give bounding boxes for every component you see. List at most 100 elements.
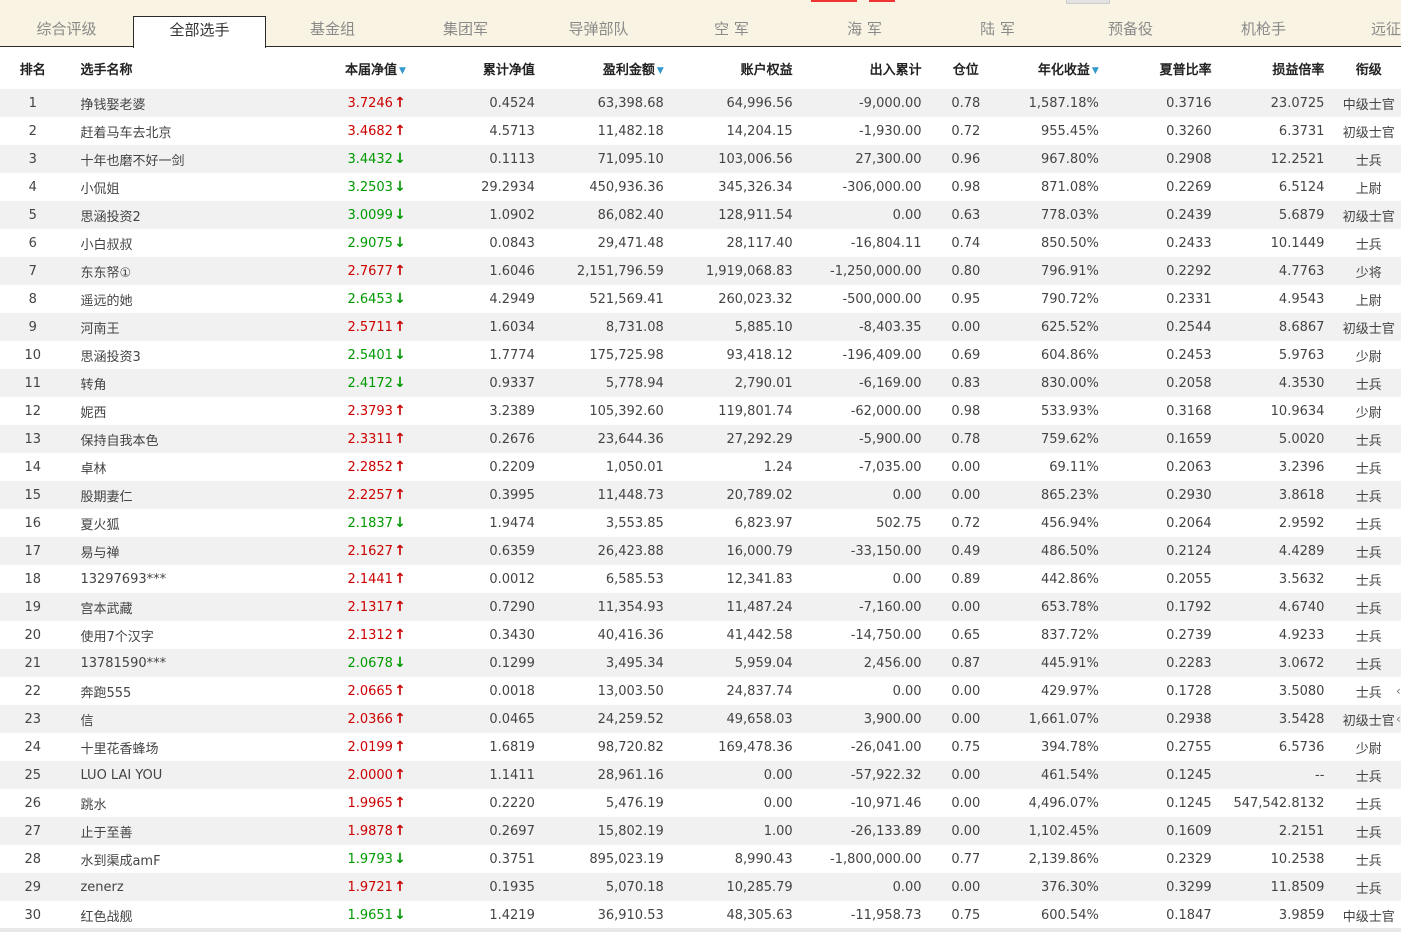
header-position[interactable]: 仓位 bbox=[933, 47, 999, 89]
table-row[interactable]: 17 易与禅 2.1627↑ 0.6359 26,423.88 16,000.79 -33,… bbox=[0, 537, 1401, 565]
header-current-nav[interactable]: 本届净值 ▼ bbox=[236, 47, 418, 89]
sort-down-icon[interactable]: ▼ bbox=[399, 66, 406, 76]
cell-player-name-text[interactable]: 跳水 bbox=[80, 798, 106, 813]
table-row[interactable]: 2 赶着马车去北京 3.4682↑ 4.5713 11,482.18 14,204.15 -… bbox=[0, 117, 1401, 145]
tab-air-force[interactable]: 空 军 bbox=[665, 16, 798, 47]
header-profit[interactable]: 盈利金额 ▼ bbox=[546, 47, 676, 89]
table-row[interactable]: 27 止于至善 1.9878↑ 0.2697 15,802.19 1.00 -26,133.… bbox=[0, 817, 1401, 845]
table-row[interactable]: 18 13297693*** 2.1441↑ 0.0012 6,585.53 12,341… bbox=[0, 565, 1401, 593]
table-row[interactable]: 16 夏火狐 2.1837↓ 1.9474 3,553.85 6,823.97 502.75… bbox=[0, 509, 1401, 537]
cell-player-name-text[interactable]: 13781590*** bbox=[80, 656, 166, 671]
table-row[interactable]: 5 思涵投资2 3.0099↓ 1.0902 86,082.40 128,911.54 0.… bbox=[0, 201, 1401, 229]
cell-player-name[interactable]: 遥远的她 bbox=[65, 285, 237, 313]
cell-player-name[interactable]: LUO LAI YOU bbox=[65, 761, 237, 789]
table-row[interactable]: 4 小侃姐 3.2503↓ 29.2934 450,936.36 345,326.34 -3… bbox=[0, 173, 1401, 201]
cell-player-name[interactable]: 挣钱娶老婆 bbox=[65, 89, 237, 117]
cell-player-name[interactable]: 信 bbox=[65, 705, 237, 733]
header-pl-ratio[interactable]: 损益倍率 bbox=[1223, 47, 1337, 89]
table-row[interactable]: 24 十里花香蜂场 2.0199↑ 1.6819 98,720.82 169,478.36… bbox=[0, 733, 1401, 761]
tab-fund-group[interactable]: 基金组 bbox=[266, 16, 399, 47]
table-row[interactable]: 22 奔跑555 2.0665↑ 0.0018 13,003.50 24,837.74 0.… bbox=[0, 677, 1401, 705]
header-annual-return[interactable]: 年化收益 ▼ bbox=[998, 47, 1111, 89]
cell-player-name[interactable]: 十里花香蜂场 bbox=[65, 733, 237, 761]
cell-player-name[interactable]: 跳水 bbox=[65, 789, 237, 817]
cell-player-name[interactable]: 转角 bbox=[65, 369, 237, 397]
tab-missile-force[interactable]: 导弹部队 bbox=[532, 16, 665, 47]
cell-player-name-text[interactable]: 卓林 bbox=[80, 462, 106, 477]
table-row[interactable]: 10 思涵投资3 2.5401↓ 1.7774 175,725.98 93,418.12 -… bbox=[0, 341, 1401, 369]
tab-reserve[interactable]: 预备役 bbox=[1064, 16, 1197, 47]
cell-player-name[interactable]: 易与禅 bbox=[65, 537, 237, 565]
cell-player-name[interactable]: 13297693*** bbox=[65, 565, 237, 593]
table-row[interactable]: 6 小白叔叔 2.9075↓ 0.0843 29,471.48 28,117.40 -16,… bbox=[0, 229, 1401, 257]
cell-player-name[interactable]: 思涵投资3 bbox=[65, 341, 237, 369]
cell-player-name[interactable]: 河南王 bbox=[65, 313, 237, 341]
table-row[interactable]: 14 卓林 2.2852↑ 0.2209 1,050.01 1.24 -7,035.00 0.… bbox=[0, 453, 1401, 481]
header-sharpe[interactable]: 夏普比率 bbox=[1110, 47, 1224, 89]
sort-down-icon[interactable]: ▼ bbox=[657, 66, 664, 76]
header-grade[interactable]: 衔级 bbox=[1336, 47, 1401, 89]
sort-down-icon[interactable]: ▼ bbox=[1092, 66, 1099, 76]
cell-player-name[interactable]: 小白叔叔 bbox=[65, 229, 237, 257]
cell-player-name-text[interactable]: 十里花香蜂场 bbox=[80, 742, 158, 757]
table-row[interactable]: 11 转角 2.4172↓ 0.9337 5,778.94 2,790.01 -6,169.… bbox=[0, 369, 1401, 397]
table-row[interactable]: 29 zenerz 1.9721↑ 0.1935 5,070.18 10,285.79 0.… bbox=[0, 873, 1401, 901]
header-cumulative-nav[interactable]: 累计净值 bbox=[417, 47, 547, 89]
cell-player-name[interactable]: 东东帑① bbox=[65, 257, 237, 285]
header-rank[interactable]: 排名 bbox=[0, 47, 66, 89]
table-row[interactable]: 20 使用7个汉字 2.1312↑ 0.3430 40,416.36 41,442.58 -… bbox=[0, 621, 1401, 649]
table-row[interactable]: 13 保持自我本色 2.3311↑ 0.2676 23,644.36 27,292.29 -… bbox=[0, 425, 1401, 453]
table-row[interactable]: 23 信 2.0366↑ 0.0465 24,259.52 49,658.03 3,900.… bbox=[0, 705, 1401, 733]
cell-player-name[interactable]: 13781590*** bbox=[65, 649, 237, 677]
cell-player-name[interactable]: 小侃姐 bbox=[65, 173, 237, 201]
cell-player-name[interactable]: 妮西 bbox=[65, 397, 237, 425]
tab-navy[interactable]: 海 军 bbox=[798, 16, 931, 47]
cell-player-name-text[interactable]: 奔跑555 bbox=[80, 686, 131, 701]
cell-player-name[interactable]: 思涵投资2 bbox=[65, 201, 237, 229]
cell-player-name-text[interactable]: 小白叔叔 bbox=[80, 238, 132, 253]
header-equity[interactable]: 账户权益 bbox=[675, 47, 805, 89]
tab-group-army[interactable]: 集团军 bbox=[399, 16, 532, 47]
cell-player-name-text[interactable]: 十年也磨不好一剑 bbox=[80, 154, 184, 169]
cell-player-name[interactable]: zenerz bbox=[65, 873, 237, 901]
cell-player-name-text[interactable]: 使用7个汉字 bbox=[80, 630, 153, 645]
cell-player-name[interactable]: 赶着马车去北京 bbox=[65, 117, 237, 145]
table-row[interactable]: 8 遥远的她 2.6453↓ 4.2949 521,569.41 260,023.32 -5… bbox=[0, 285, 1401, 313]
table-row[interactable]: 12 妮西 2.3793↑ 3.2389 105,392.60 119,801.74 -62… bbox=[0, 397, 1401, 425]
cell-player-name-text[interactable]: 易与禅 bbox=[80, 546, 119, 561]
cell-player-name[interactable]: 水到渠成amF bbox=[65, 845, 237, 873]
cell-player-name-text[interactable]: 股期妻仁 bbox=[80, 490, 132, 505]
cell-player-name-text[interactable]: LUO LAI YOU bbox=[80, 768, 162, 783]
cell-player-name-text[interactable]: 思涵投资2 bbox=[80, 210, 140, 225]
cell-player-name[interactable]: 宫本武藏 bbox=[65, 593, 237, 621]
cell-player-name-text[interactable]: 转角 bbox=[80, 378, 106, 393]
cell-player-name-text[interactable]: 宫本武藏 bbox=[80, 602, 132, 617]
cell-player-name-text[interactable]: 妮西 bbox=[80, 406, 106, 421]
table-row[interactable]: 26 跳水 1.9965↑ 0.2220 5,476.19 0.00 -10,971.46 0… bbox=[0, 789, 1401, 817]
cell-player-name[interactable]: 奔跑555 bbox=[65, 677, 237, 705]
cell-player-name-text[interactable]: 遥远的她 bbox=[80, 294, 132, 309]
cell-player-name[interactable]: 使用7个汉字 bbox=[65, 621, 237, 649]
table-row[interactable]: 25 LUO LAI YOU 2.0000↑ 1.1411 28,961.16 0.00 -… bbox=[0, 761, 1401, 789]
cell-player-name[interactable]: 止于至善 bbox=[65, 817, 237, 845]
tab-machine-gunner[interactable]: 机枪手 bbox=[1197, 16, 1330, 47]
cell-player-name[interactable]: 卓林 bbox=[65, 453, 237, 481]
table-row[interactable]: 9 河南王 2.5711↑ 1.6034 8,731.08 5,885.10 -8,403.… bbox=[0, 313, 1401, 341]
cell-player-name-text[interactable]: 东东帑① bbox=[80, 266, 131, 281]
tab-all-players[interactable]: 全部选手 bbox=[133, 16, 266, 48]
cell-player-name[interactable]: 夏火狐 bbox=[65, 509, 237, 537]
cell-player-name-text[interactable]: zenerz bbox=[80, 880, 123, 895]
header-player-name[interactable]: 选手名称 bbox=[65, 47, 237, 89]
tab-expedition[interactable]: 远征 bbox=[1330, 16, 1401, 47]
cell-player-name[interactable]: 保持自我本色 bbox=[65, 425, 237, 453]
table-row[interactable]: 19 宫本武藏 2.1317↑ 0.7290 11,354.93 11,487.24 -7,… bbox=[0, 593, 1401, 621]
cell-player-name-text[interactable]: 夏火狐 bbox=[80, 518, 119, 533]
cell-player-name[interactable]: 十年也磨不好一剑 bbox=[65, 145, 237, 173]
cell-player-name-text[interactable]: 河南王 bbox=[80, 322, 119, 337]
cell-player-name-text[interactable]: 止于至善 bbox=[80, 826, 132, 841]
table-row[interactable]: 15 股期妻仁 2.2257↑ 0.3995 11,448.73 20,789.02 0.0… bbox=[0, 481, 1401, 509]
header-flow[interactable]: 出入累计 bbox=[804, 47, 934, 89]
cell-player-name-text[interactable]: 信 bbox=[80, 714, 93, 729]
cell-player-name[interactable]: 红色战舰 bbox=[65, 901, 237, 929]
cell-player-name-text[interactable]: 13297693*** bbox=[80, 572, 166, 587]
